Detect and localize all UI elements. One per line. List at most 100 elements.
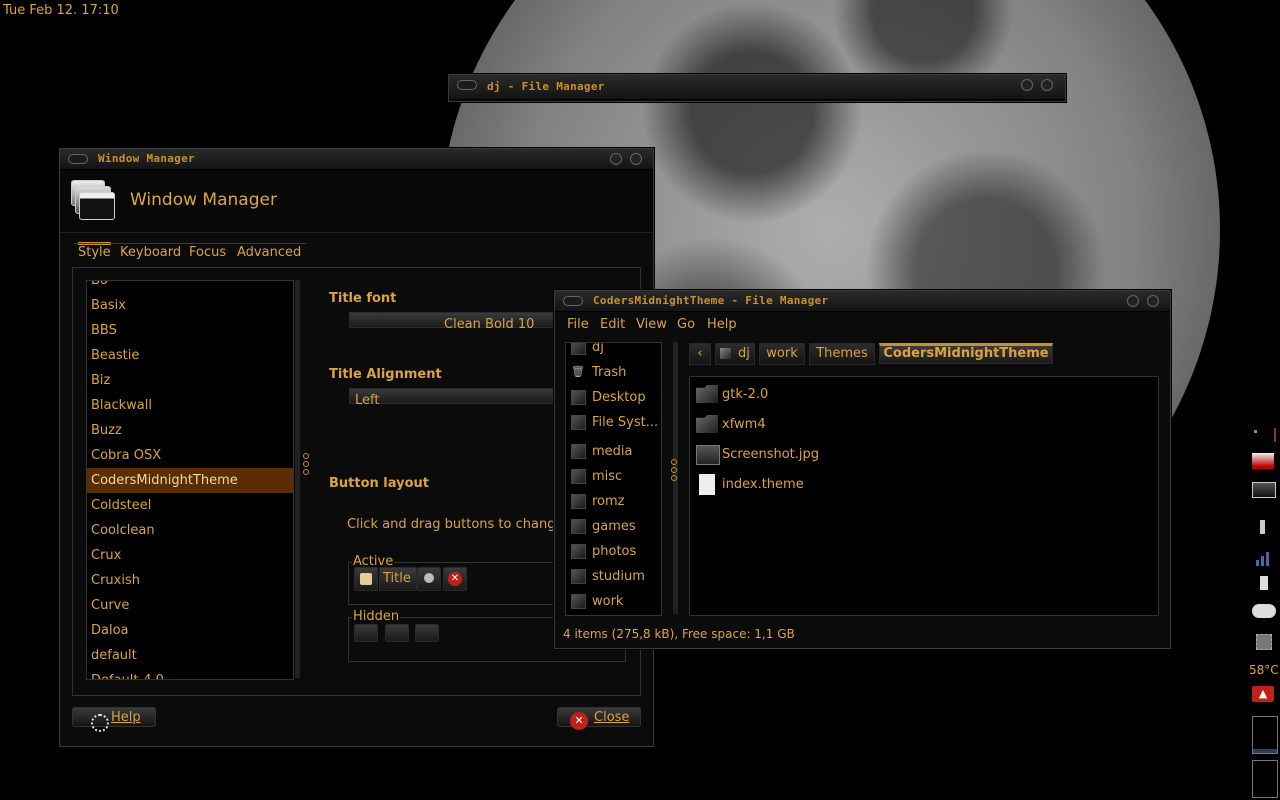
close-button-icon[interactable]: ✕ bbox=[443, 567, 467, 591]
alert-icon[interactable]: ▲ bbox=[1252, 686, 1276, 704]
minimize-button-icon[interactable] bbox=[417, 567, 441, 591]
button-layout-label: Button layout bbox=[329, 476, 430, 491]
place-media[interactable]: media bbox=[566, 439, 661, 464]
path-crumb-themes[interactable]: Themes bbox=[809, 343, 875, 365]
file-item[interactable]: gtk-2.0 bbox=[694, 381, 768, 409]
menu-bar: File Edit View Go Help bbox=[555, 312, 1170, 336]
title-button[interactable]: Title bbox=[379, 567, 417, 591]
place-games[interactable]: games bbox=[566, 514, 661, 539]
tab-advanced[interactable]: Advanced bbox=[237, 245, 301, 260]
theme-item[interactable]: Default-4.0 bbox=[87, 668, 293, 679]
notes-icon[interactable] bbox=[1252, 453, 1276, 471]
shade-icon[interactable] bbox=[1021, 79, 1033, 91]
place-work[interactable]: work bbox=[566, 589, 661, 614]
place-dj[interactable]: dj bbox=[566, 342, 661, 360]
back-button[interactable]: ‹ bbox=[689, 343, 711, 365]
weather-cloud-icon[interactable] bbox=[1252, 604, 1276, 622]
place-desktop[interactable]: Desktop bbox=[566, 385, 661, 410]
status-bar: 4 items (275,8 kB), Free space: 1,1 GB bbox=[563, 627, 795, 641]
place-label: dj bbox=[592, 342, 604, 355]
crumb-label: CodersMidnightTheme bbox=[883, 346, 1049, 361]
theme-item[interactable]: Curve bbox=[87, 593, 293, 618]
menu-go[interactable]: Go bbox=[677, 317, 695, 332]
tab-style[interactable]: Style bbox=[78, 242, 111, 260]
theme-item[interactable]: Blackwall bbox=[87, 393, 293, 418]
place-photos[interactable]: photos bbox=[566, 539, 661, 564]
file-name: index.theme bbox=[722, 477, 804, 492]
window-title: dj - File Manager bbox=[487, 80, 605, 93]
network-signal-icon[interactable] bbox=[1252, 550, 1276, 568]
desktop-icon[interactable] bbox=[1252, 482, 1276, 500]
place-studium[interactable]: studium bbox=[566, 564, 661, 589]
workspace-switcher-icon[interactable] bbox=[1252, 428, 1276, 442]
theme-item[interactable]: Beastie bbox=[87, 343, 293, 368]
stick-button-icon[interactable] bbox=[385, 624, 409, 642]
menu-file[interactable]: File bbox=[567, 317, 589, 332]
titlebar[interactable]: CodersMidnightTheme - File Manager bbox=[555, 291, 1170, 312]
filesystem-icon bbox=[571, 415, 586, 430]
help-icon bbox=[91, 714, 109, 732]
file-manager-dj-window[interactable]: dj - File Manager bbox=[448, 74, 1066, 102]
path-crumb-work[interactable]: work bbox=[759, 343, 805, 365]
titlebar[interactable]: Window Manager bbox=[60, 149, 653, 170]
close-icon[interactable] bbox=[630, 153, 642, 165]
theme-item[interactable]: Coldsteel bbox=[87, 493, 293, 518]
pane-resize-handle[interactable] bbox=[303, 453, 309, 477]
folder-icon bbox=[571, 519, 586, 534]
folder-icon bbox=[696, 415, 718, 433]
titlebar[interactable]: dj - File Manager bbox=[449, 75, 1065, 100]
mixer-icon[interactable] bbox=[1252, 576, 1276, 594]
theme-item-selected[interactable]: CodersMidnightTheme bbox=[87, 468, 293, 493]
place-filesystem[interactable]: File Syst... bbox=[566, 410, 661, 435]
power-plug-icon[interactable] bbox=[1252, 520, 1276, 538]
place-label: media bbox=[592, 444, 633, 459]
help-button[interactable]: Help bbox=[72, 707, 156, 732]
hidden-label: Hidden bbox=[352, 609, 401, 624]
close-icon[interactable] bbox=[1041, 79, 1053, 91]
file-view[interactable]: gtk-2.0 xfwm4 Screenshot.jpg index.theme bbox=[689, 376, 1159, 616]
tab-focus[interactable]: Focus bbox=[189, 245, 226, 260]
file-item[interactable]: xfwm4 bbox=[694, 411, 766, 439]
menu-help[interactable]: Help bbox=[707, 317, 737, 332]
theme-item[interactable]: Daloa bbox=[87, 618, 293, 643]
theme-item[interactable]: Crux bbox=[87, 543, 293, 568]
shade-button-icon[interactable] bbox=[354, 624, 378, 642]
shade-icon[interactable] bbox=[610, 153, 622, 165]
window-menu-icon[interactable] bbox=[457, 80, 477, 90]
theme-item[interactable]: Basix bbox=[87, 293, 293, 318]
crumb-label: Themes bbox=[816, 346, 868, 361]
file-item[interactable]: Screenshot.jpg bbox=[694, 441, 819, 469]
theme-item[interactable]: Cobra OSX bbox=[87, 443, 293, 468]
maximize-button-icon[interactable] bbox=[415, 624, 439, 642]
file-item[interactable]: index.theme bbox=[694, 471, 804, 499]
theme-item[interactable]: BBS bbox=[87, 318, 293, 343]
cpu-chip-icon[interactable] bbox=[1252, 634, 1276, 652]
place-misc[interactable]: misc bbox=[566, 464, 661, 489]
menu-edit[interactable]: Edit bbox=[600, 317, 625, 332]
theme-item[interactable]: default bbox=[87, 643, 293, 668]
menu-button-icon[interactable] bbox=[354, 567, 378, 591]
window-menu-icon[interactable] bbox=[563, 296, 583, 306]
theme-item[interactable]: Bo bbox=[87, 281, 293, 293]
close-icon[interactable] bbox=[1147, 295, 1159, 307]
pane-resize-handle[interactable] bbox=[671, 459, 677, 483]
path-crumb-current[interactable]: CodersMidnightTheme bbox=[879, 343, 1053, 364]
places-sidebar[interactable]: dj 🗑 Trash Desktop File Syst... media mis… bbox=[565, 342, 662, 616]
shade-icon[interactable] bbox=[1127, 295, 1139, 307]
tab-keyboard[interactable]: Keyboard bbox=[120, 245, 181, 260]
theme-item[interactable]: Coolclean bbox=[87, 518, 293, 543]
place-romz[interactable]: romz bbox=[566, 489, 661, 514]
theme-list-scrollbar[interactable] bbox=[295, 280, 300, 678]
path-crumb-dj[interactable]: dj bbox=[715, 343, 755, 365]
title-font-label: Title font bbox=[329, 291, 397, 306]
close-button[interactable]: ✕ Close bbox=[557, 707, 641, 730]
theme-item[interactable]: Buzz bbox=[87, 418, 293, 443]
home-icon bbox=[571, 343, 586, 355]
menu-view[interactable]: View bbox=[636, 317, 667, 332]
place-trash[interactable]: 🗑 Trash bbox=[566, 360, 661, 385]
home-icon bbox=[720, 348, 731, 359]
theme-item[interactable]: Biz bbox=[87, 368, 293, 393]
theme-item[interactable]: Cruxish bbox=[87, 568, 293, 593]
theme-list[interactable]: Bo Basix BBS Beastie Biz Blackwall Buzz … bbox=[86, 280, 294, 680]
window-menu-icon[interactable] bbox=[68, 154, 88, 164]
